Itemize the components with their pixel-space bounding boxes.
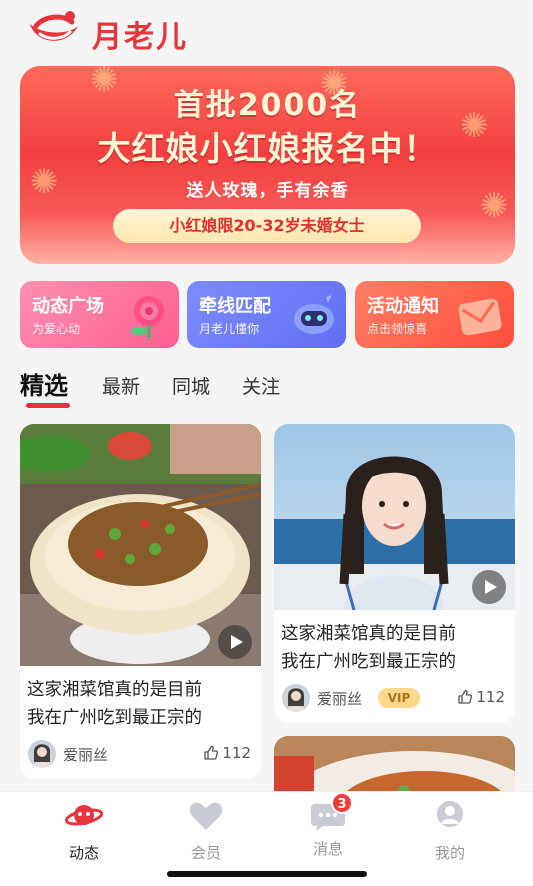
vip-badge: VIP: [378, 688, 420, 708]
thumbs-up-icon: [204, 745, 219, 760]
nav-tab-membership[interactable]: 会员: [166, 800, 246, 863]
heart-icon: [189, 802, 223, 830]
nav-label: 消息: [312, 840, 343, 858]
username[interactable]: 爱丽丝: [317, 688, 362, 709]
feature-subtitle: 月老儿懂你: [199, 322, 260, 336]
tab-latest[interactable]: 最新: [102, 372, 140, 399]
banner-headline: 首批2000名: [173, 88, 362, 123]
user-icon: [437, 801, 463, 827]
post-meta: 爱丽丝 112: [28, 740, 251, 768]
feature-title: 牵线匹配: [199, 296, 271, 317]
envelope-icon: [458, 298, 502, 336]
play-button[interactable]: [472, 570, 506, 604]
feature-dynamic-square[interactable]: 动态广场 为爱心动: [20, 281, 179, 348]
tab-following[interactable]: 关注: [242, 372, 280, 399]
avatar[interactable]: [28, 740, 56, 768]
banner-title: 大红娘小红娘报名中！: [97, 129, 438, 168]
post-card[interactable]: 这家湘菜馆真的是目前 我在广州吃到最正宗的 爱丽丝 112: [20, 424, 261, 779]
feature-title: 动态广场: [32, 296, 104, 317]
like-count[interactable]: 112: [457, 688, 505, 706]
app-name: 月老儿: [92, 20, 188, 55]
nav-tab-profile[interactable]: 我的: [410, 800, 490, 863]
like-count[interactable]: 112: [203, 744, 251, 762]
post-title-line: 这家湘菜馆真的是目前: [27, 680, 202, 700]
feature-title: 活动通知: [367, 296, 439, 317]
feature-subtitle: 为爱心动: [32, 322, 81, 336]
chat-icon-wrapper: 3: [309, 792, 353, 832]
active-tab-indicator: [26, 403, 70, 408]
feature-matchmaking[interactable]: 牵线匹配 月老儿懂你: [187, 281, 346, 348]
feature-event-notice[interactable]: 活动通知 点击领惊喜: [355, 281, 514, 348]
tab-featured[interactable]: 精选: [20, 366, 68, 401]
banner-slogan: 送人玫瑰，手有余香: [186, 181, 349, 201]
promo-banner[interactable]: ✺ ✺ ✺ ✺ ✺ 首批2000名 大红娘小红娘报名中！ 送人玫瑰，手有余香 小…: [20, 66, 515, 264]
feature-subtitle: 点击领惊喜: [367, 322, 428, 336]
nav-tab-messages[interactable]: 3 消息: [288, 792, 368, 859]
banner-requirement-pill: 小红娘限20-32岁未婚女士: [113, 209, 421, 243]
post-title-line: 这家湘菜馆真的是目前: [281, 624, 456, 644]
like-number: 112: [476, 688, 505, 706]
nav-label: 动态: [68, 844, 99, 862]
home-indicator: [167, 871, 367, 877]
planet-icon: [64, 805, 104, 826]
username[interactable]: 爱丽丝: [63, 744, 108, 765]
play-button[interactable]: [218, 625, 252, 659]
like-number: 112: [222, 744, 251, 762]
nav-label: 会员: [190, 844, 221, 862]
post-title-line: 我在广州吃到最正宗的: [27, 708, 202, 728]
rose-icon: [131, 296, 164, 339]
post-title-line: 我在广州吃到最正宗的: [281, 652, 456, 672]
robot-icon: [294, 295, 334, 334]
post-meta: 爱丽丝 VIP 112: [282, 684, 505, 712]
thumbs-up-icon: [458, 689, 473, 704]
tab-nearby[interactable]: 同城: [172, 372, 210, 399]
app-header: 月老儿: [0, 0, 533, 64]
unread-badge: 3: [331, 792, 353, 814]
post-card[interactable]: 这家湘菜馆真的是目前 我在广州吃到最正宗的 爱丽丝 VIP 112: [274, 424, 515, 722]
nav-label: 我的: [434, 844, 465, 862]
logo-icon: [30, 11, 78, 41]
nav-tab-feed[interactable]: 动态: [44, 800, 124, 863]
avatar[interactable]: [282, 684, 310, 712]
